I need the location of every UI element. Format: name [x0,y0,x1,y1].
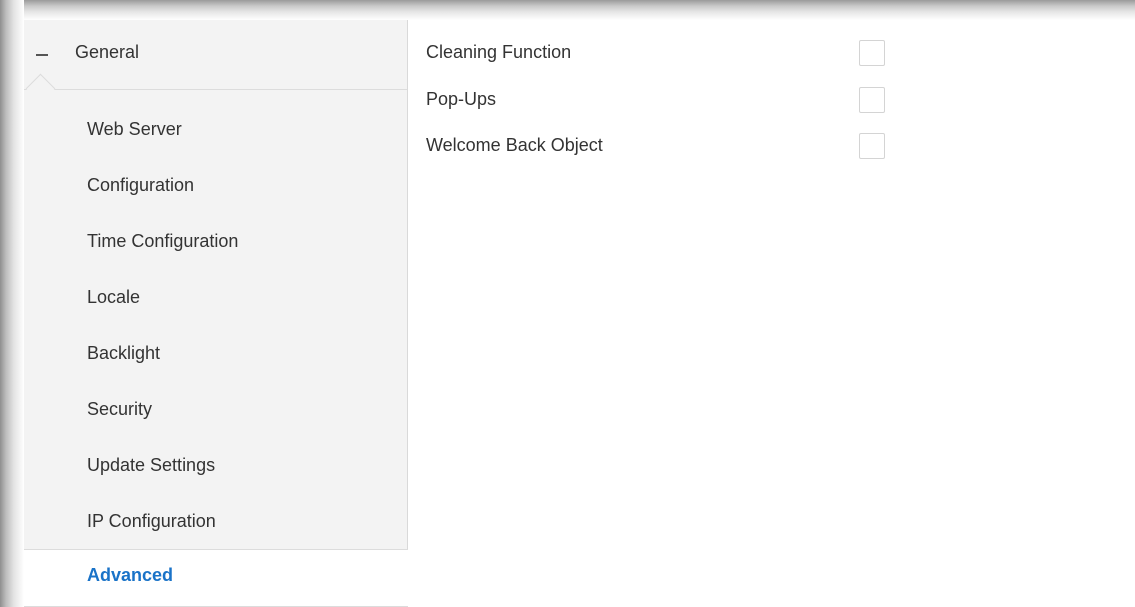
option-label: Cleaning Function [426,42,572,62]
sidebar-item-advanced[interactable]: Advanced [24,549,408,607]
sidebar-item-update-settings[interactable]: Update Settings [24,440,407,496]
sidebar-item-label: Backlight [87,343,161,363]
sidebar-item-ip-configuration[interactable]: IP Configuration [24,496,407,552]
option-row-cleaning-function: Cleaning Function [426,40,1126,80]
welcome-back-object-checkbox[interactable] [859,133,885,159]
option-label: Pop-Ups [426,89,497,109]
window-shadow-top [0,0,1135,20]
sidebar-group-label: General [75,42,140,62]
window-shadow-left [0,0,24,607]
sidebar-item-label: Configuration [87,175,195,195]
sidebar-item-label: IP Configuration [87,511,216,531]
cleaning-function-checkbox[interactable] [859,40,885,66]
option-row-pop-ups: Pop-Ups [426,87,1126,127]
minus-icon[interactable] [36,54,48,56]
pop-ups-checkbox[interactable] [859,87,885,113]
settings-panel: General Web Server Configuration Time Co… [24,20,1135,607]
sidebar-item-label: Update Settings [87,455,216,475]
sidebar-item-label: Advanced [87,565,174,585]
window: General Web Server Configuration Time Co… [0,0,1135,607]
sidebar-item-locale[interactable]: Locale [24,272,407,328]
sidebar-item-label: Time Configuration [87,231,239,251]
sidebar-group-general[interactable]: General [24,20,407,90]
sidebar-item-label: Locale [87,287,141,307]
sidebar-item-security[interactable]: Security [24,384,407,440]
sidebar-item-label: Web Server [87,119,182,139]
sidebar-item-backlight[interactable]: Backlight [24,328,407,384]
sidebar-item-label: Security [87,399,153,419]
option-label: Welcome Back Object [426,135,603,155]
sidebar-item-configuration[interactable]: Configuration [24,160,407,216]
sidebar-item-time-configuration[interactable]: Time Configuration [24,216,407,272]
sidebar-item-web-server[interactable]: Web Server [24,104,407,160]
sidebar: General Web Server Configuration Time Co… [24,20,408,607]
option-row-welcome-back-object: Welcome Back Object [426,133,1126,173]
advanced-settings-content: Cleaning Function Pop-Ups Welcome Back O… [408,20,1135,607]
